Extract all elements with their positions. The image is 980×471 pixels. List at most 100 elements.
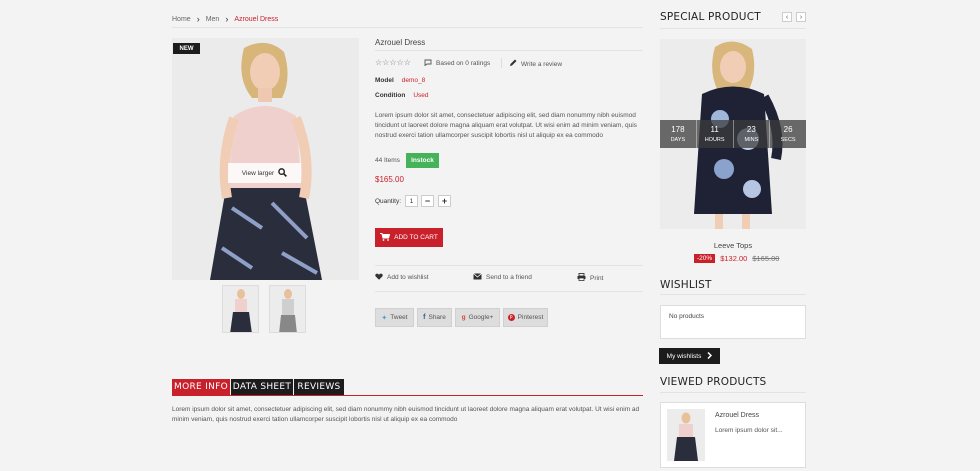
- chevron-left-icon: ‹: [785, 13, 789, 21]
- quantity-label: Quantity:: [375, 198, 402, 205]
- google-plus-button[interactable]: g Google+: [455, 308, 500, 327]
- rating-text: Based on 0 ratings: [436, 60, 491, 67]
- cart-icon: [380, 232, 391, 243]
- pinterest-label: Pinterest: [517, 314, 544, 321]
- tab-data-sheet[interactable]: DATA SHEET: [231, 379, 293, 395]
- tab-more-info[interactable]: MORE INFO: [172, 379, 230, 395]
- countdown-unit: DAYS: [670, 137, 686, 143]
- special-product-name[interactable]: Leeve Tops: [660, 241, 806, 250]
- product-thumbnail[interactable]: [269, 285, 306, 333]
- rating-info: Based on 0 ratings: [424, 59, 490, 68]
- divider: [172, 27, 643, 28]
- condition-row: Condition Used: [375, 92, 429, 99]
- wishlist-box: No products: [660, 305, 806, 339]
- pencil-icon: [509, 59, 517, 69]
- divider: [660, 28, 806, 29]
- breadcrumb-separator: ›: [196, 14, 200, 24]
- countdown-value: 26: [783, 125, 793, 134]
- tab-reviews[interactable]: REVIEWS: [294, 379, 344, 395]
- countdown-mins: 23 MINS: [733, 120, 771, 148]
- divider: [501, 58, 502, 68]
- quantity-decrease-button[interactable]: −: [421, 195, 434, 207]
- discount-badge: -20%: [694, 254, 716, 263]
- comment-icon: [424, 59, 432, 68]
- tweet-button[interactable]: ✦ Tweet: [375, 308, 414, 327]
- countdown-hours: 11 HOURS: [696, 120, 734, 148]
- stock-status-badge: Instock: [406, 153, 439, 168]
- tab-underline: [172, 395, 643, 396]
- breadcrumb-category[interactable]: Men: [206, 16, 220, 23]
- twitter-icon: ✦: [381, 314, 388, 322]
- write-review-label: Write a review: [521, 60, 563, 68]
- quantity-input[interactable]: 1: [405, 195, 418, 207]
- countdown-unit: SECS: [780, 137, 796, 143]
- print-link[interactable]: Print: [577, 273, 603, 283]
- model-label: Model: [375, 77, 394, 84]
- chevron-right-icon: [707, 351, 713, 361]
- wishlist-title: WISHLIST: [660, 279, 712, 291]
- breadcrumb-separator: ›: [225, 14, 229, 24]
- next-arrow-button[interactable]: ›: [796, 12, 806, 22]
- facebook-share-button[interactable]: f Share: [417, 308, 452, 327]
- new-badge: NEW: [173, 43, 200, 54]
- facebook-icon: f: [423, 314, 426, 321]
- product-thumbnail[interactable]: [222, 285, 259, 333]
- wishlist-empty-text: No products: [669, 313, 705, 320]
- envelope-icon: [473, 273, 482, 282]
- google-plus-icon: g: [461, 314, 466, 321]
- google-plus-label: Google+: [468, 314, 494, 321]
- countdown-secs: 26 SECS: [770, 120, 806, 148]
- quantity-increase-button[interactable]: +: [438, 195, 451, 207]
- add-to-cart-button[interactable]: ADD TO CART: [375, 228, 443, 247]
- product-title: Azrouel Dress: [375, 38, 426, 47]
- product-description: Lorem ipsum dolor sit amet, consectetuer…: [375, 112, 637, 139]
- special-product-prices: -20% $132.00 $165.00: [694, 254, 779, 263]
- special-product-title: SPECIAL PRODUCT: [660, 11, 761, 23]
- countdown-value: 23: [746, 125, 756, 134]
- printer-icon: [577, 273, 586, 283]
- chevron-right-icon: ›: [799, 13, 803, 21]
- facebook-share-label: Share: [428, 314, 446, 321]
- product-price: $165.00: [375, 175, 404, 184]
- divider: [375, 265, 643, 266]
- viewed-product-name[interactable]: Azrouel Dress: [715, 412, 759, 419]
- print-label: Print: [590, 274, 604, 282]
- special-price: $132.00: [720, 254, 748, 263]
- send-to-friend-label: Send to a friend: [486, 274, 532, 281]
- rating-stars: ☆☆☆☆☆: [375, 58, 411, 67]
- zoom-icon: [278, 167, 288, 179]
- view-larger-button[interactable]: View larger: [228, 163, 301, 183]
- add-to-cart-label: ADD TO CART: [394, 234, 438, 241]
- tab-content: Lorem ipsum dolor sit amet, consectetuer…: [172, 406, 640, 423]
- breadcrumb-current: Azrouel Dress: [234, 15, 279, 23]
- my-wishlists-label: My wishlists: [666, 352, 702, 360]
- condition-label: Condition: [375, 92, 406, 99]
- countdown-timer: 178 DAYS 11 HOURS 23 MINS 26 SECS: [660, 120, 806, 148]
- tweet-label: Tweet: [390, 314, 408, 321]
- countdown-value: 11: [710, 125, 719, 134]
- write-review-link[interactable]: Write a review: [509, 59, 562, 69]
- old-price: $165.00: [752, 254, 780, 263]
- divider: [375, 291, 643, 292]
- pinterest-icon: p: [507, 314, 515, 321]
- condition-value: Used: [413, 92, 429, 99]
- send-to-friend-link[interactable]: Send to a friend: [473, 273, 532, 282]
- model-value: demo_8: [401, 77, 426, 84]
- countdown-unit: MINS: [744, 137, 759, 143]
- product-main-image[interactable]: [172, 38, 359, 280]
- countdown-value: 178: [671, 125, 685, 134]
- breadcrumb-home[interactable]: Home: [172, 16, 191, 23]
- add-to-wishlist-label: Add to wishlist: [387, 274, 429, 281]
- divider: [660, 392, 806, 393]
- divider: [375, 50, 643, 51]
- divider: [660, 294, 806, 295]
- viewed-product-image[interactable]: [667, 409, 705, 461]
- heart-icon: [375, 273, 383, 282]
- model-row: Model demo_8: [375, 77, 425, 84]
- my-wishlists-button[interactable]: My wishlists: [659, 348, 720, 364]
- add-to-wishlist-link[interactable]: Add to wishlist: [375, 273, 429, 282]
- viewed-product-description: Lorem ipsum dolor sit...: [715, 427, 783, 434]
- prev-arrow-button[interactable]: ‹: [782, 12, 792, 22]
- pinterest-button[interactable]: p Pinterest: [503, 308, 548, 327]
- view-larger-label: View larger: [241, 169, 275, 177]
